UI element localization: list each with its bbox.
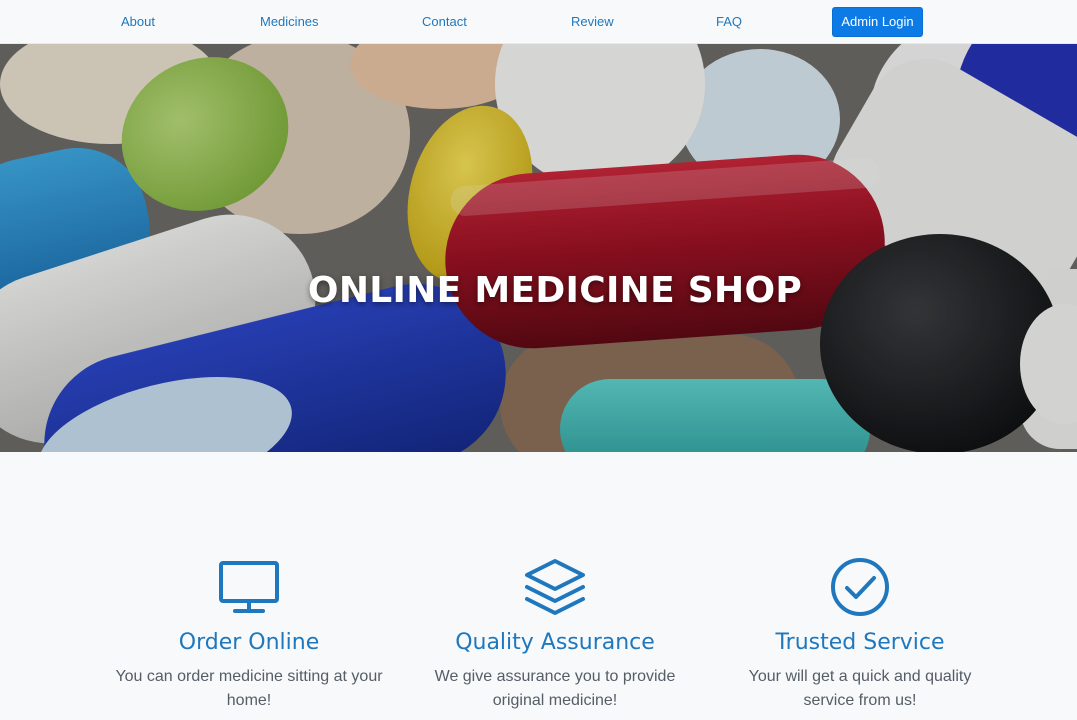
nav-link-about[interactable]: About	[121, 0, 155, 44]
feature-title: Order Online	[178, 630, 320, 655]
navbar: About Medicines Contact Review FAQ Admin…	[0, 0, 1077, 44]
layers-icon	[525, 559, 585, 615]
feature-trusted-service: Trusted Service Your will get a quick an…	[710, 555, 1010, 713]
nav-link-faq[interactable]: FAQ	[716, 0, 742, 44]
nav-link-review[interactable]: Review	[571, 0, 614, 44]
nav-link-contact[interactable]: Contact	[422, 0, 467, 44]
feature-title: Quality Assurance	[455, 630, 655, 655]
feature-quality-assurance: Quality Assurance We give assurance you …	[405, 555, 705, 713]
feature-title: Trusted Service	[775, 630, 945, 655]
feature-order-online: Order Online You can order medicine sitt…	[99, 555, 399, 713]
admin-login-button[interactable]: Admin Login	[832, 7, 923, 37]
check-circle-icon	[831, 558, 889, 616]
hero-title: ONLINE MEDICINE SHOP	[307, 270, 803, 311]
hero-banner: ONLINE MEDICINE SHOP	[0, 44, 1077, 452]
feature-text: We give assurance you to provide origina…	[434, 668, 676, 709]
monitor-icon	[219, 561, 279, 613]
feature-text: Your will get a quick and quality servic…	[748, 668, 972, 709]
pills-background-image	[0, 44, 1077, 452]
feature-text: You can order medicine sitting at your h…	[115, 668, 383, 709]
nav-link-medicines[interactable]: Medicines	[260, 0, 319, 44]
